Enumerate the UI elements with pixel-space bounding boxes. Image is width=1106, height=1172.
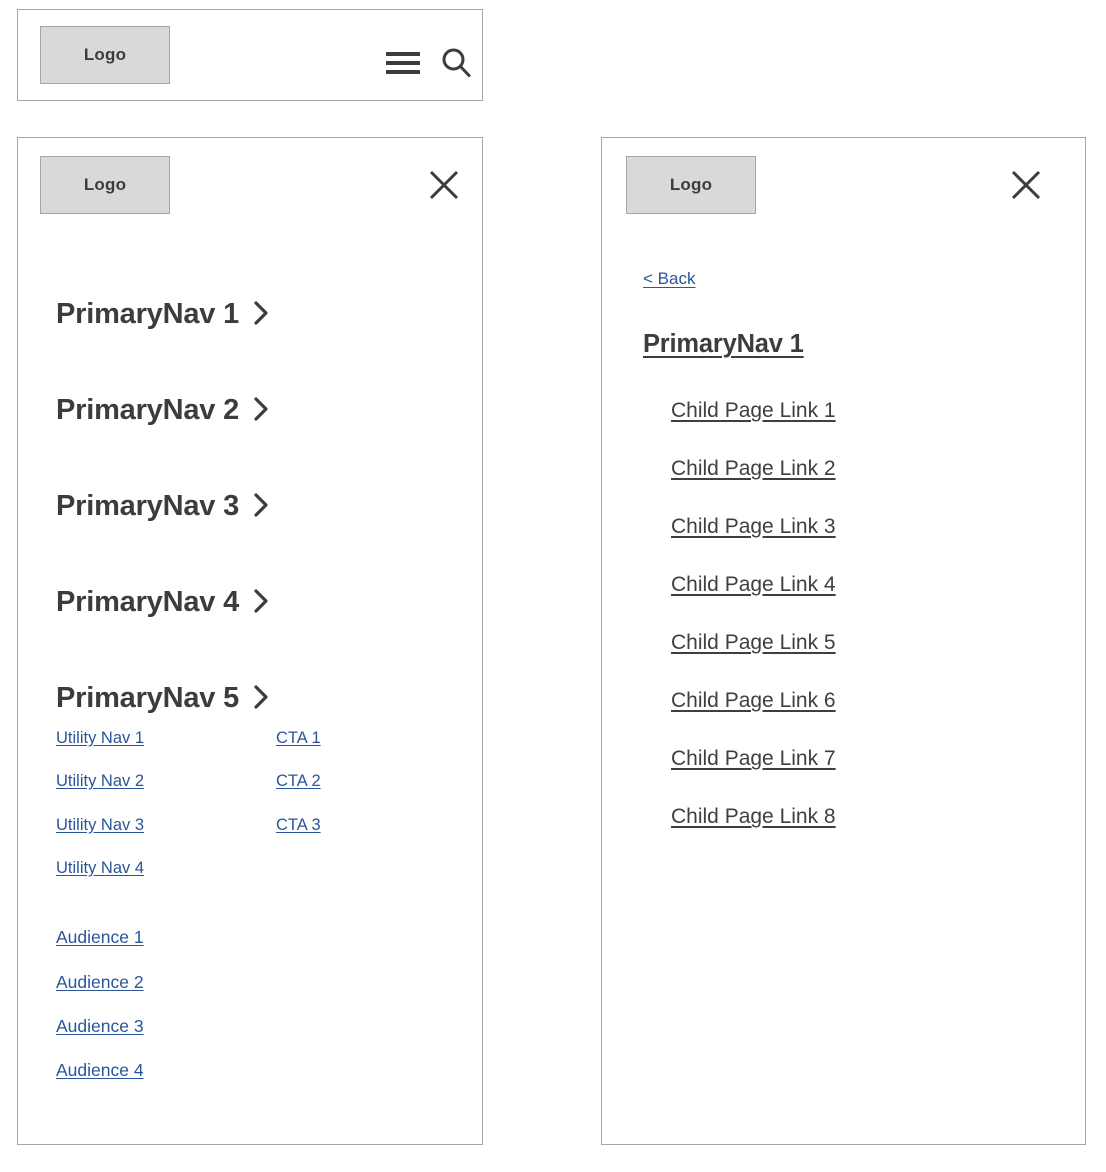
audience-link-3[interactable]: Audience 3 xyxy=(56,1017,456,1036)
child-page-link-6[interactable]: Child Page Link 6 xyxy=(671,690,1051,712)
header-logo[interactable]: Logo xyxy=(40,26,170,84)
child-page-link-1[interactable]: Child Page Link 1 xyxy=(671,399,1051,422)
cta-link-2[interactable]: CTA 2 xyxy=(276,772,456,790)
back-link[interactable]: < Back xyxy=(643,269,695,289)
child-page-link-4[interactable]: Child Page Link 4 xyxy=(671,574,1051,596)
cta-links-column: CTA 1 CTA 2 CTA 3 xyxy=(276,729,456,903)
primary-nav-panel: Logo PrimaryNav 1 PrimaryNav 2 PrimaryNa… xyxy=(17,137,483,1145)
search-icon[interactable] xyxy=(432,43,480,83)
primary-nav-item-1[interactable]: PrimaryNav 1 xyxy=(18,266,482,362)
child-panel-logo-label: Logo xyxy=(669,175,713,194)
collapsed-header-bar: Logo xyxy=(17,9,483,101)
utility-nav-link-3[interactable]: Utility Nav 3 xyxy=(56,816,276,834)
primary-nav-list: PrimaryNav 1 PrimaryNav 2 PrimaryNav 3 P… xyxy=(18,266,482,746)
audience-link-1[interactable]: Audience 1 xyxy=(56,928,456,947)
primary-nav-label: PrimaryNav 5 xyxy=(56,681,239,714)
utility-nav-link-4[interactable]: Utility Nav 4 xyxy=(56,859,276,877)
primary-nav-label: PrimaryNav 3 xyxy=(56,489,239,522)
chevron-right-icon xyxy=(253,588,269,619)
chevron-right-icon xyxy=(253,492,269,523)
primary-nav-item-3[interactable]: PrimaryNav 3 xyxy=(18,458,482,554)
close-x-glyph xyxy=(1011,170,1041,200)
child-page-link-8[interactable]: Child Page Link 8 xyxy=(671,806,1051,828)
primary-nav-item-4[interactable]: PrimaryNav 4 xyxy=(18,554,482,650)
child-nav-panel: Logo < Back PrimaryNav 1 Child Page Link… xyxy=(601,137,1086,1145)
utility-nav-column: Utility Nav 1 Utility Nav 2 Utility Nav … xyxy=(56,729,276,903)
hamburger-menu-icon[interactable] xyxy=(374,46,432,80)
close-x-icon[interactable] xyxy=(1004,163,1048,207)
primary-panel-logo[interactable]: Logo xyxy=(40,156,170,214)
chevron-right-icon xyxy=(253,300,269,331)
primary-nav-item-2[interactable]: PrimaryNav 2 xyxy=(18,362,482,458)
child-panel-heading: PrimaryNav 1 xyxy=(643,330,804,358)
child-page-link-5[interactable]: Child Page Link 5 xyxy=(671,632,1051,654)
chevron-right-icon xyxy=(253,396,269,427)
audience-link-2[interactable]: Audience 2 xyxy=(56,972,456,991)
primary-nav-label: PrimaryNav 4 xyxy=(56,585,239,618)
child-panel-logo[interactable]: Logo xyxy=(626,156,756,214)
audience-links-list: Audience 1 Audience 2 Audience 3 Audienc… xyxy=(56,928,456,1080)
primary-nav-label: PrimaryNav 2 xyxy=(56,393,239,426)
primary-nav-label: PrimaryNav 1 xyxy=(56,297,239,330)
close-x-glyph xyxy=(429,170,459,200)
utility-nav-link-2[interactable]: Utility Nav 2 xyxy=(56,772,276,790)
child-page-link-7[interactable]: Child Page Link 7 xyxy=(671,748,1051,770)
close-x-icon[interactable] xyxy=(422,163,466,207)
header-logo-label: Logo xyxy=(83,45,127,64)
utility-nav-link-1[interactable]: Utility Nav 1 xyxy=(56,729,276,747)
primary-panel-logo-label: Logo xyxy=(83,175,127,194)
chevron-right-icon xyxy=(253,684,269,715)
secondary-links-area: Utility Nav 1 Utility Nav 2 Utility Nav … xyxy=(56,729,456,1106)
child-page-link-2[interactable]: Child Page Link 2 xyxy=(671,457,1051,480)
search-glyph xyxy=(442,48,471,77)
child-page-link-3[interactable]: Child Page Link 3 xyxy=(671,516,1051,538)
hamburger-menu-glyph xyxy=(386,52,420,74)
cta-link-1[interactable]: CTA 1 xyxy=(276,729,456,747)
child-page-links-list: Child Page Link 1 Child Page Link 2 Chil… xyxy=(671,399,1051,864)
audience-link-4[interactable]: Audience 4 xyxy=(56,1061,456,1080)
cta-link-3[interactable]: CTA 3 xyxy=(276,816,456,834)
